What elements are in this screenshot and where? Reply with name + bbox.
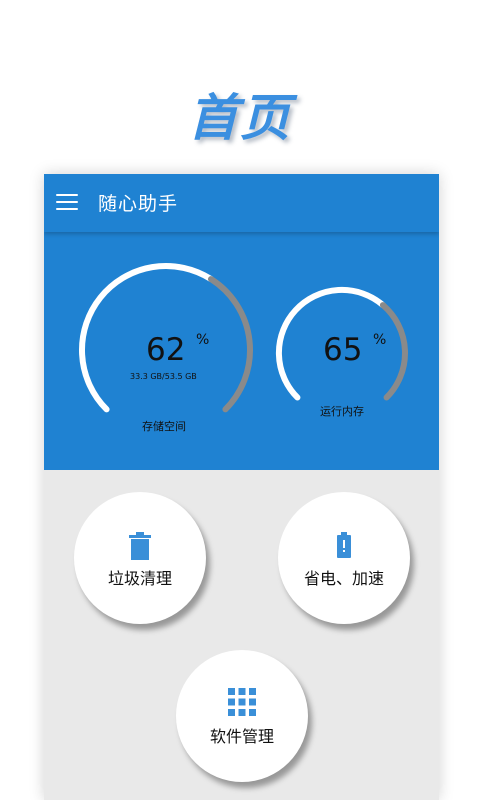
junk-clean-label: 垃圾清理 [107,569,172,588]
storage-label: 存储空间 [142,420,186,433]
battery-boost-label: 省电、加速 [303,569,384,588]
memory-gauge[interactable]: 65 % 运行内存 [275,286,409,420]
storage-gauge[interactable]: 62 % 33.3 GB/53.5 GB 存储空间 [78,262,254,438]
battery-boost-button[interactable]: 省电、加速 [278,492,410,624]
storage-percent-unit: % [196,332,210,348]
app-bar: 随心助手 [44,174,439,232]
hamburger-menu-icon[interactable] [56,194,78,210]
trash-icon [129,532,151,560]
storage-detail: 33.3 GB/53.5 GB [130,372,197,381]
memory-label: 运行内存 [320,405,364,418]
battery-icon [337,532,351,558]
storage-percent: 62 [146,332,186,368]
app-title: 随心助手 [98,193,179,215]
memory-percent-unit: % [373,332,387,348]
grid-icon [228,688,256,716]
memory-percent: 65 [323,332,363,368]
app-manager-button[interactable]: 软件管理 [176,650,308,782]
junk-clean-button[interactable]: 垃圾清理 [74,492,206,624]
app-manager-label: 软件管理 [209,727,274,746]
phone-screen: 随心助手 62 % 33.3 GB/53.5 GB 存储空间 65 % 运行内存 [44,174,439,800]
promo-title: 首页 [188,88,292,147]
gauge-panel: 62 % 33.3 GB/53.5 GB 存储空间 65 % 运行内存 [44,232,439,470]
